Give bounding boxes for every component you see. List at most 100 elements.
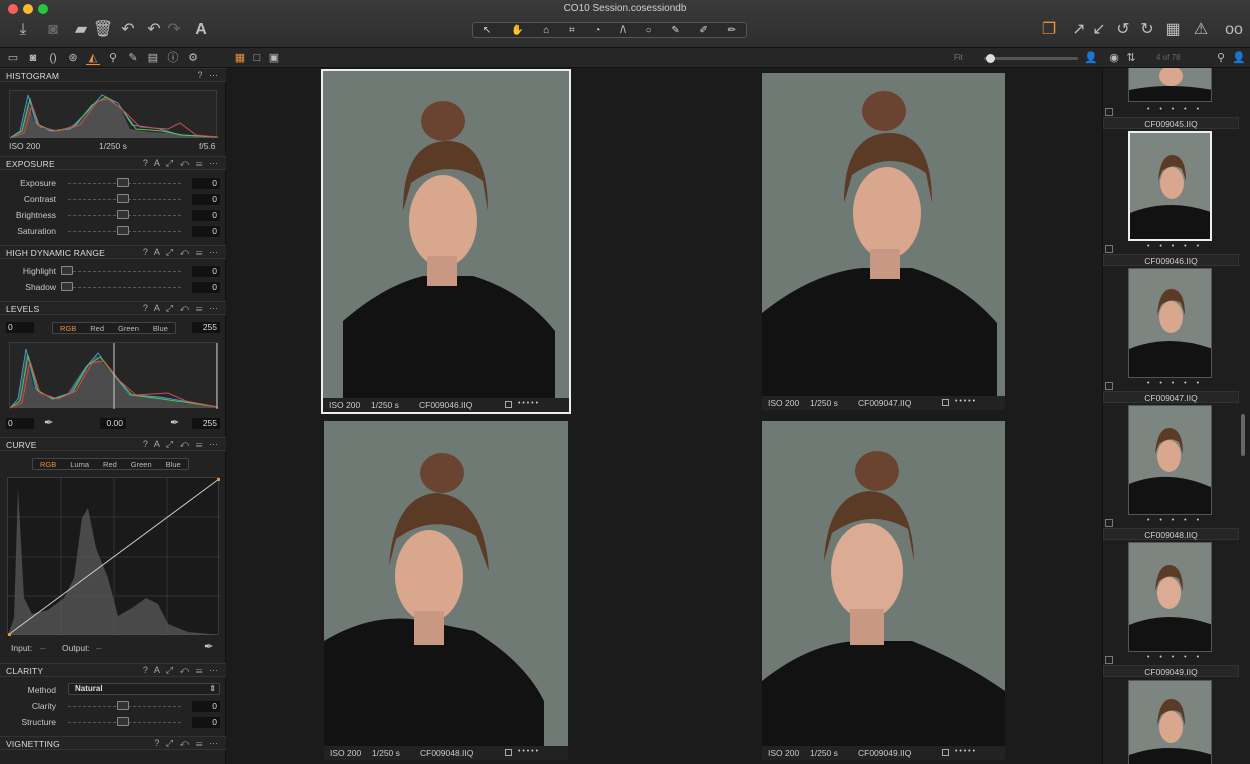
- eye-icon[interactable]: ◉: [1107, 51, 1121, 65]
- rotate-icon[interactable]: ◔: [594, 25, 600, 36]
- photo-1-rating[interactable]: • • • • •: [518, 400, 538, 407]
- folder-move-icon[interactable]: ▰: [70, 18, 92, 42]
- browser-thumb-1-rating[interactable]: • • • • •: [1147, 106, 1203, 113]
- glasses-icon[interactable]: oo: [1220, 18, 1248, 42]
- capture-tab-icon[interactable]: ◙: [26, 51, 40, 65]
- method-select[interactable]: Natural ⇕: [68, 683, 220, 695]
- panel-icons[interactable]: ? A ⤢ ↶ ☰ ⋯: [143, 303, 220, 314]
- curve-picker-icon[interactable]: ✒: [204, 640, 213, 653]
- shadow-value[interactable]: 0: [192, 282, 220, 293]
- multi-view-icon[interactable]: ▦: [233, 51, 247, 65]
- rotate-right-icon[interactable]: ↻: [1136, 18, 1158, 42]
- curve-tab-green[interactable]: Green: [124, 460, 159, 469]
- browser-thumb-5[interactable]: [1128, 542, 1212, 652]
- circle-mask-icon[interactable]: ○: [646, 25, 652, 36]
- brush-icon[interactable]: ✎: [671, 25, 679, 36]
- picker-icon[interactable]: ✐: [699, 25, 707, 36]
- levels-output-high[interactable]: 255: [192, 418, 220, 429]
- photo-3[interactable]: ISO 200 1/250 s CF009048.IIQ • • • • •: [324, 421, 568, 760]
- import-arrow-icon[interactable]: ↙: [1088, 18, 1110, 42]
- curve-tab-luma[interactable]: Luma: [63, 460, 96, 469]
- browser-thumb-3-checkbox[interactable]: [1105, 382, 1113, 390]
- browser-thumb-2-checkbox[interactable]: [1105, 245, 1113, 253]
- crop-icon[interactable]: ⌗: [569, 25, 575, 36]
- rotate-left-icon[interactable]: ↺: [1112, 18, 1134, 42]
- import-icon[interactable]: ⤓: [12, 18, 34, 42]
- hdr-header[interactable]: HIGH DYNAMIC RANGE ? A ⤢ ↶ ☰ ⋯: [0, 245, 226, 259]
- levels-midpoint[interactable]: 0.00: [100, 418, 126, 429]
- text-icon[interactable]: A: [190, 18, 212, 42]
- clarity-value[interactable]: 0: [192, 701, 220, 712]
- curve-tab-blue[interactable]: Blue: [159, 460, 188, 469]
- search-icon[interactable]: ⚲: [1214, 51, 1228, 65]
- highlight-value[interactable]: 0: [192, 266, 220, 277]
- stack-icon[interactable]: ❐: [1038, 18, 1060, 42]
- undo-icon[interactable]: ↶: [143, 18, 165, 42]
- lens-tab-icon[interactable]: (): [46, 51, 60, 65]
- photo-4[interactable]: ISO 200 1/250 s CF009049.IIQ • • • • •: [762, 421, 1005, 760]
- redo-icon[interactable]: ↷: [163, 18, 185, 42]
- contrast-knob[interactable]: [117, 194, 129, 203]
- photo-1[interactable]: ISO 200 1/250 s CF009046.IIQ • • • • •: [321, 69, 571, 414]
- loupe-icon[interactable]: ⌂: [543, 25, 549, 36]
- structure-knob[interactable]: [117, 717, 129, 726]
- undo-alt-icon[interactable]: ↶: [117, 18, 139, 42]
- export-icon[interactable]: ↗: [1068, 18, 1090, 42]
- browser-thumb-4-checkbox[interactable]: [1105, 519, 1113, 527]
- brightness-value[interactable]: 0: [192, 210, 220, 221]
- photo-2-rating[interactable]: • • • • •: [955, 398, 975, 405]
- levels-tab-blue[interactable]: Blue: [146, 324, 175, 333]
- details-tab-icon[interactable]: ⚲: [106, 51, 120, 65]
- saturation-value[interactable]: 0: [192, 226, 220, 237]
- browser-thumb-6[interactable]: [1128, 680, 1212, 764]
- levels-input-high[interactable]: 255: [192, 322, 220, 333]
- browser-thumb-2-rating[interactable]: • • • • •: [1147, 243, 1203, 250]
- eraser-icon[interactable]: ✏: [728, 25, 736, 36]
- contrast-value[interactable]: 0: [192, 194, 220, 205]
- select-cursor-icon[interactable]: ↖: [483, 25, 491, 36]
- browser-user-icon[interactable]: 👤: [1232, 51, 1246, 65]
- vignetting-header[interactable]: VIGNETTING ? ⤢ ↶ ☰ ⋯: [0, 736, 226, 750]
- photo-4-rating[interactable]: • • • • •: [955, 748, 975, 755]
- clarity-header[interactable]: CLARITY ? A ⤢ ↶ ☰ ⋯: [0, 663, 226, 677]
- black-picker-icon[interactable]: ✒: [44, 416, 53, 429]
- curve-tab-rgb[interactable]: RGB: [33, 460, 63, 469]
- highlight-knob[interactable]: [61, 266, 73, 275]
- browser-thumb-4[interactable]: [1128, 405, 1212, 515]
- sort-icon[interactable]: ⇅: [1124, 51, 1138, 65]
- photo-2[interactable]: ISO 200 1/250 s CF009047.IIQ • • • • •: [762, 73, 1005, 410]
- browser-thumb-1[interactable]: [1128, 68, 1212, 102]
- exposure-tab-icon[interactable]: ◭: [86, 51, 100, 65]
- single-view-icon[interactable]: □: [250, 51, 264, 65]
- trash-icon[interactable]: 🗑: [92, 18, 114, 42]
- panel-icons[interactable]: ? A ⤢ ↶ ☰ ⋯: [143, 439, 220, 450]
- highlight-slider[interactable]: [68, 271, 182, 272]
- metadata-tab-icon[interactable]: ⓘ: [166, 51, 180, 65]
- structure-value[interactable]: 0: [192, 717, 220, 728]
- levels-histogram[interactable]: [9, 342, 219, 409]
- panel-icons[interactable]: ? A ⤢ ↶ ☰ ⋯: [143, 247, 220, 258]
- browser-thumb-5-rating[interactable]: • • • • •: [1147, 654, 1203, 661]
- browser-thumb-1-checkbox[interactable]: [1105, 108, 1113, 116]
- compare-view-icon[interactable]: ▣: [267, 51, 281, 65]
- settings-gear-icon[interactable]: ⚙: [186, 51, 200, 65]
- curve-tab-red[interactable]: Red: [96, 460, 124, 469]
- brightness-knob[interactable]: [117, 210, 129, 219]
- library-tab-icon[interactable]: ▭: [6, 51, 20, 65]
- panel-icons[interactable]: ? A ⤢ ↶ ☰ ⋯: [143, 665, 220, 676]
- exposure-value[interactable]: 0: [192, 178, 220, 189]
- levels-tab-green[interactable]: Green: [111, 324, 146, 333]
- levels-output-low[interactable]: 0: [6, 418, 34, 429]
- camera-icon[interactable]: ◙: [42, 18, 64, 42]
- user-icon[interactable]: 👤: [1084, 51, 1098, 65]
- levels-tab-rgb[interactable]: RGB: [53, 324, 83, 333]
- browser-thumb-5-checkbox[interactable]: [1105, 656, 1113, 664]
- local-adjust-tab-icon[interactable]: ✎: [126, 51, 140, 65]
- saturation-knob[interactable]: [117, 226, 129, 235]
- exposure-knob[interactable]: [117, 178, 129, 187]
- shadow-knob[interactable]: [61, 282, 73, 291]
- clarity-knob[interactable]: [117, 701, 129, 710]
- exposure-header[interactable]: EXPOSURE ? A ⤢ ↶ ☰ ⋯: [0, 156, 226, 170]
- panel-icons[interactable]: ? A ⤢ ↶ ☰ ⋯: [143, 158, 220, 169]
- white-picker-icon[interactable]: ✒: [170, 416, 179, 429]
